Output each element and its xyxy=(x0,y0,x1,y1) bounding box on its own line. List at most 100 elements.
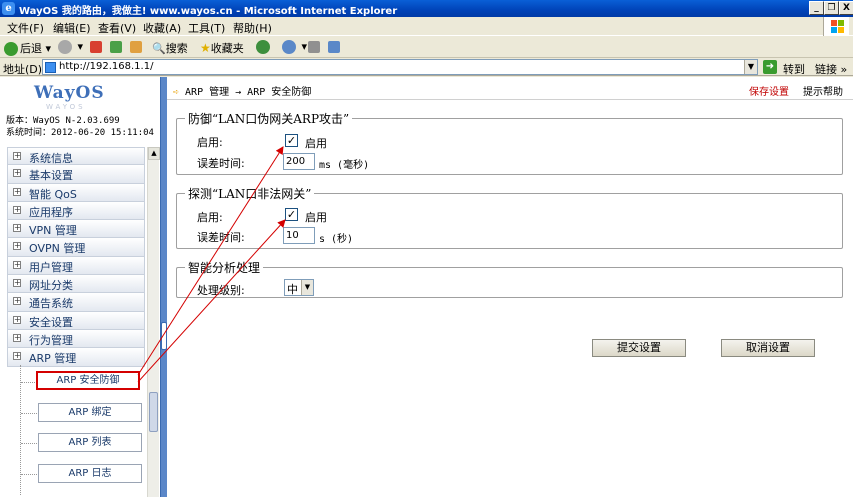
forward-arrow-icon xyxy=(58,40,72,54)
system-time: 系统时间：2012-06-20 15:11:04 xyxy=(6,128,154,138)
sidebar-item-applications[interactable]: + 应用程序 xyxy=(7,201,145,221)
scroll-thumb[interactable] xyxy=(149,392,158,432)
address-bar: 地址(D) http://192.168.1.1/ ▼ ➜ 转到 链接 » xyxy=(0,58,853,76)
main-content: ➪ ARP 管理 → ARP 安全防御 保存设置 提示帮助 防御“LAN口伪网关A… xyxy=(167,77,853,497)
forward-button[interactable]: ▾ xyxy=(58,40,83,54)
gateway-defense-error-unit: ms (毫秒) xyxy=(319,160,370,171)
links-button[interactable]: 链接 » xyxy=(815,61,847,77)
go-button[interactable]: 转到 xyxy=(783,61,805,77)
gateway-defense-enable-checkbox[interactable]: ✓ xyxy=(285,134,298,147)
sidebar: WayOS WAYOS 版本：WayOS N-2.03.699 系统时间：201… xyxy=(0,77,160,497)
home-button[interactable] xyxy=(130,40,144,53)
history-icon xyxy=(282,40,296,54)
home-icon xyxy=(130,41,142,53)
gateway-defense-group: 防御“LAN口伪网关ARP攻击” xyxy=(176,110,843,175)
menu-file[interactable]: 文件(F) xyxy=(7,20,44,36)
help-link[interactable]: 提示帮助 xyxy=(803,83,843,98)
frame-divider[interactable] xyxy=(160,77,167,497)
wayos-logo: WayOS xyxy=(34,83,105,103)
sidebar-item-label: 通告系统 xyxy=(29,297,73,311)
sidebar-item-label: VPN 管理 xyxy=(29,224,77,238)
expand-icon: + xyxy=(13,168,21,178)
sidebar-item-label: 系统信息 xyxy=(29,152,73,165)
stop-button[interactable] xyxy=(90,40,104,53)
submit-button[interactable]: 提交设置 xyxy=(592,339,686,357)
sidebar-item-ovpn[interactable]: + OVPN 管理 xyxy=(7,238,145,257)
stop-icon xyxy=(90,41,102,53)
media-button[interactable] xyxy=(256,40,272,54)
illegal-gateway-group: 探测“LAN口非法网关” xyxy=(176,185,843,249)
media-icon xyxy=(256,40,270,54)
smart-analysis-group: 智能分析处理 xyxy=(176,259,843,298)
refresh-button[interactable] xyxy=(110,40,124,53)
logo-watermark: WAYOS xyxy=(46,103,86,111)
menu-favorites[interactable]: 收藏(A) xyxy=(143,20,181,36)
search-button[interactable]: 🔍搜索 xyxy=(152,40,188,56)
smart-analysis-legend: 智能分析处理 xyxy=(188,261,261,275)
cancel-button[interactable]: 取消设置 xyxy=(721,339,815,357)
subitem-arp-binding[interactable]: ARP 绑定 xyxy=(38,403,142,422)
sidebar-scrollbar[interactable]: ▲ xyxy=(147,147,160,497)
sidebar-item-behavior[interactable]: + 行为管理 xyxy=(7,329,145,349)
toolbar: 后退 ▾ ▾ 🔍搜索 ★收藏夹 ▾ xyxy=(0,37,853,58)
minimize-button[interactable]: _ xyxy=(809,1,824,15)
go-arrow-icon[interactable]: ➜ xyxy=(763,60,777,74)
subitem-arp-defense[interactable]: ARP 安全防御 xyxy=(36,371,140,390)
sidebar-item-security[interactable]: + 安全设置 xyxy=(7,311,145,330)
expand-icon: + xyxy=(13,186,21,196)
subitem-arp-log[interactable]: ARP 日志 xyxy=(38,464,142,483)
gateway-defense-error-label: 误差时间: xyxy=(197,157,245,170)
back-label: 后退 xyxy=(20,42,42,55)
search-icon: 🔍 xyxy=(152,42,166,55)
process-level-select[interactable]: 中 ▼ xyxy=(284,279,314,296)
illegal-gateway-enable-checkbox[interactable]: ✓ xyxy=(285,208,298,221)
subitem-arp-list[interactable]: ARP 列表 xyxy=(38,433,142,452)
address-dropdown-icon[interactable]: ▼ xyxy=(744,60,757,74)
sidebar-item-label: ARP 管理 xyxy=(29,352,77,366)
page-icon xyxy=(45,62,56,73)
sidebar-item-system-info[interactable]: + 系统信息 xyxy=(7,147,145,166)
history-button[interactable]: ▾ xyxy=(282,40,307,54)
edit-button[interactable] xyxy=(328,40,342,53)
illegal-gateway-error-input[interactable]: 10 xyxy=(283,227,315,244)
address-input[interactable]: http://192.168.1.1/ ▼ xyxy=(42,59,758,75)
restore-button[interactable]: ❐ xyxy=(824,1,839,15)
save-settings-link[interactable]: 保存设置 xyxy=(749,83,789,98)
menu-tools[interactable]: 工具(T) xyxy=(188,20,225,36)
menubar: 文件(F) 编辑(E) 查看(V) 收藏(A) 工具(T) 帮助(H) xyxy=(0,17,853,36)
sidebar-item-url-categories[interactable]: + 网址分类 xyxy=(7,275,145,294)
sidebar-item-qos[interactable]: + 智能 QoS xyxy=(7,183,145,202)
sidebar-item-users[interactable]: + 用户管理 xyxy=(7,256,145,276)
expand-icon: + xyxy=(13,314,21,324)
sidebar-item-label: OVPN 管理 xyxy=(29,242,86,256)
illegal-gateway-error-label: 误差时间: xyxy=(197,231,245,244)
print-button[interactable] xyxy=(308,40,322,53)
refresh-icon xyxy=(110,41,122,53)
breadcrumb: ➪ ARP 管理 → ARP 安全防御 xyxy=(173,83,311,98)
edit-icon xyxy=(328,41,340,53)
favorites-button[interactable]: ★收藏夹 xyxy=(200,40,244,56)
back-button[interactable]: 后退 ▾ xyxy=(4,40,51,56)
sidebar-item-vpn[interactable]: + VPN 管理 xyxy=(7,220,145,239)
gateway-defense-enable-label: 启用: xyxy=(197,136,223,149)
menu-view[interactable]: 查看(V) xyxy=(98,20,136,36)
sidebar-item-basic-settings[interactable]: + 基本设置 xyxy=(7,165,145,184)
expand-icon: + xyxy=(13,278,21,288)
menu-help[interactable]: 帮助(H) xyxy=(233,20,272,36)
gateway-defense-error-input[interactable]: 200 xyxy=(283,153,315,170)
sidebar-item-arp[interactable]: + ARP 管理 xyxy=(7,348,145,367)
process-level-value: 中 xyxy=(287,283,298,296)
tree-connector xyxy=(20,365,22,495)
close-button[interactable]: X xyxy=(839,1,853,15)
windows-logo-icon xyxy=(823,17,849,36)
header-divider xyxy=(167,99,853,100)
address-label: 地址(D) xyxy=(3,63,43,76)
favorites-label: 收藏夹 xyxy=(210,42,244,55)
menu-edit[interactable]: 编辑(E) xyxy=(53,20,91,36)
scroll-up-icon[interactable]: ▲ xyxy=(148,147,160,160)
expand-icon: + xyxy=(13,241,21,251)
expand-icon: + xyxy=(13,259,21,269)
window-titlebar: e WayOS 我的路由，我做主! www.wayos.cn - Microso… xyxy=(0,0,853,17)
sidebar-item-notice[interactable]: + 通告系统 xyxy=(7,293,145,312)
back-arrow-icon xyxy=(4,42,18,56)
